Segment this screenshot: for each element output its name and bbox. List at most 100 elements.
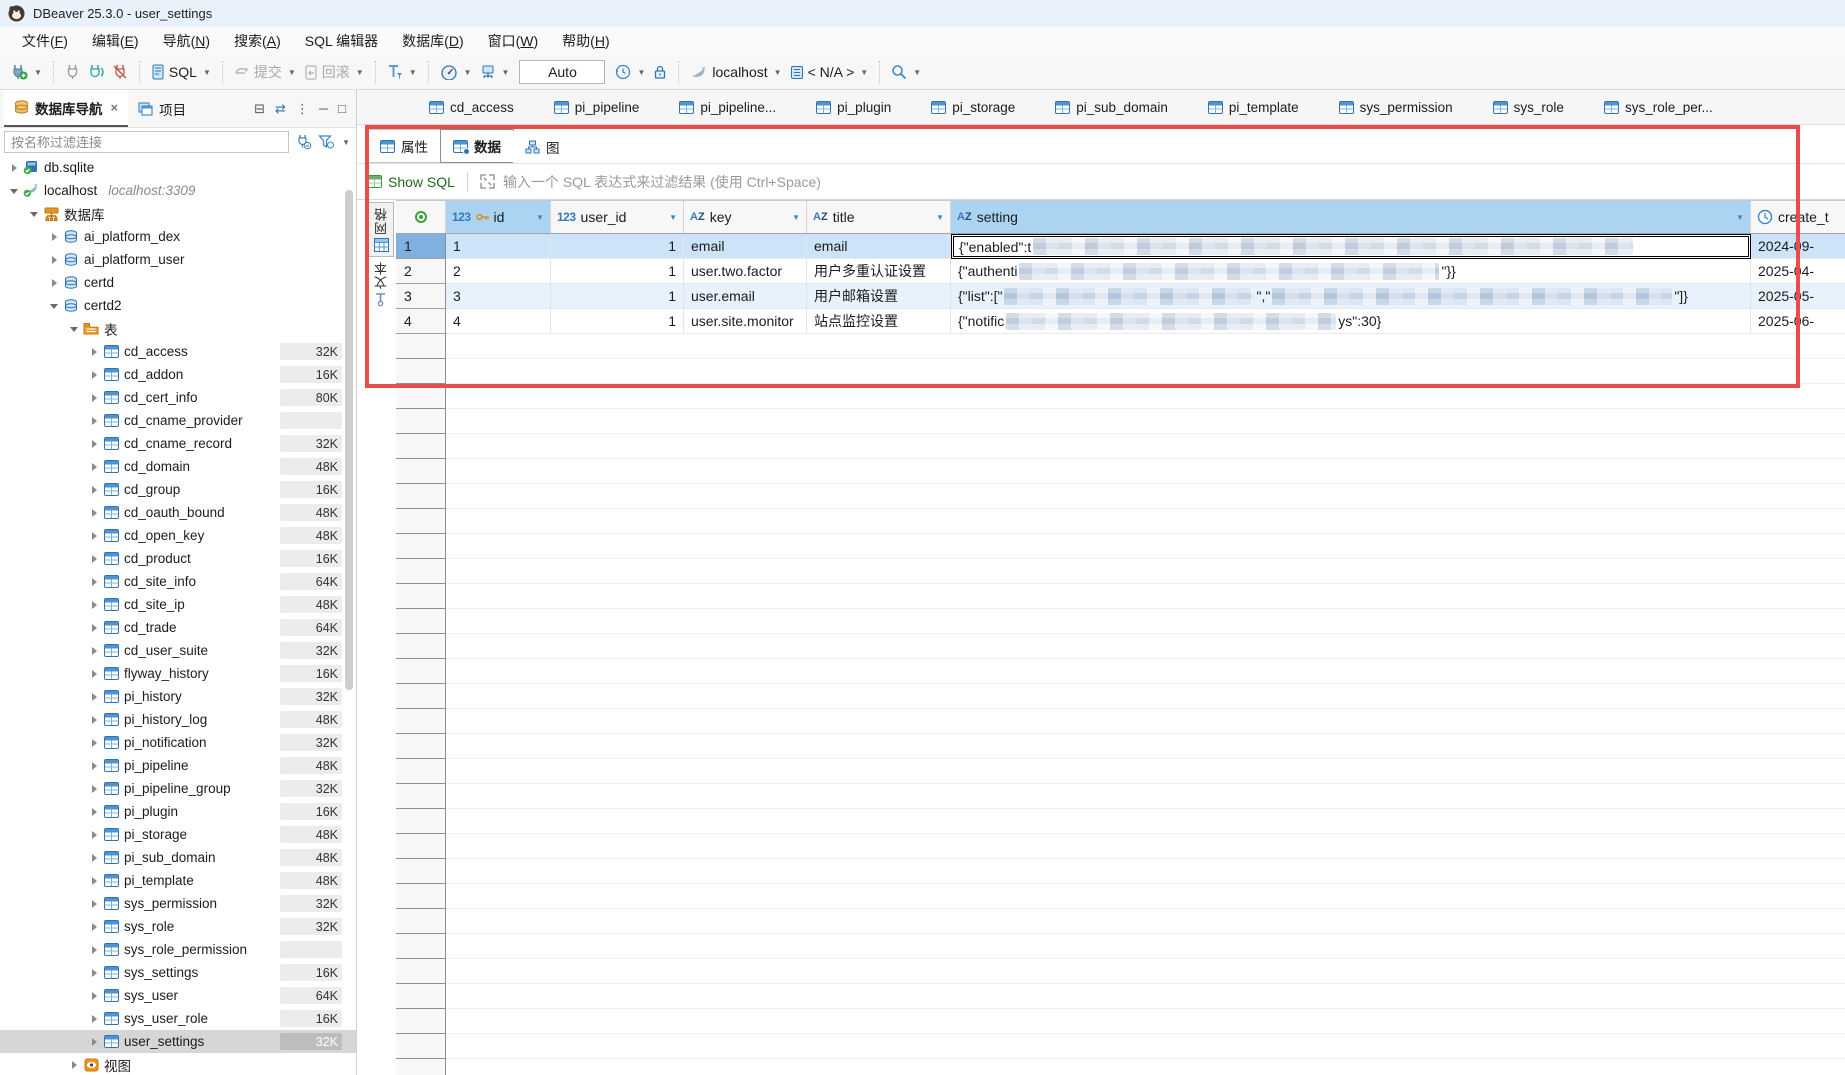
cell-create-time[interactable]: 2025-05- — [1751, 284, 1845, 309]
column-header-title[interactable]: AZtitle▼ — [807, 201, 951, 233]
row-number[interactable] — [396, 834, 446, 859]
chevron-down-icon[interactable]: ▼ — [288, 68, 296, 77]
chevron-right-icon[interactable] — [90, 371, 98, 379]
cell-setting[interactable]: {"list":["",""]} — [951, 284, 1751, 309]
tree-item-pi_storage[interactable]: pi_storage48K — [0, 823, 356, 846]
connect-filter-icon[interactable] — [295, 134, 312, 150]
chevron-right-icon[interactable] — [90, 923, 98, 931]
chevron-right-icon[interactable] — [50, 256, 58, 264]
tree-item-sys_user_role[interactable]: sys_user_role16K — [0, 1007, 356, 1030]
row-number[interactable] — [396, 659, 446, 684]
chevron-right-icon[interactable] — [90, 440, 98, 448]
result-tab-属性[interactable]: 属性 — [367, 129, 441, 163]
performance-button[interactable]: ▼ — [436, 61, 476, 83]
row-number[interactable] — [396, 609, 446, 634]
cell-key[interactable]: email — [684, 234, 807, 259]
side-tab-grid[interactable]: 网格 — [368, 202, 394, 257]
cell-title[interactable]: email — [807, 234, 951, 259]
chevron-right-icon[interactable] — [90, 693, 98, 701]
transaction-filter-button[interactable]: ▼ — [383, 61, 421, 83]
editor-tab-cd_access[interactable]: cd_access — [429, 100, 514, 115]
row-number[interactable] — [396, 734, 446, 759]
row-number[interactable] — [396, 1009, 446, 1034]
collapse-all-icon[interactable]: ⊟ — [254, 101, 265, 117]
tree-item-cd_site_ip[interactable]: cd_site_ip48K — [0, 593, 356, 616]
tree-item-pi_plugin[interactable]: pi_plugin16K — [0, 800, 356, 823]
active-connection-selector[interactable]: localhost ▼ — [686, 61, 785, 83]
chevron-right-icon[interactable] — [90, 555, 98, 563]
cell-key[interactable]: user.site.monitor — [684, 309, 807, 334]
tree-item-cd_trade[interactable]: cd_trade64K — [0, 616, 356, 639]
tree-item-表[interactable]: 表 — [0, 317, 356, 340]
row-number[interactable] — [396, 759, 446, 784]
chevron-right-icon[interactable] — [90, 601, 98, 609]
cell-title[interactable]: 用户邮箱设置 — [807, 284, 951, 309]
column-filter-arrow-icon[interactable]: ▼ — [536, 213, 544, 222]
sidebar-scrollbar[interactable] — [345, 190, 353, 690]
tree-item-ai_platform_dex[interactable]: ai_platform_dex — [0, 225, 356, 248]
tree-item-sys_settings[interactable]: sys_settings16K — [0, 961, 356, 984]
chevron-right-icon[interactable] — [90, 831, 98, 839]
tree-item-pi_pipeline[interactable]: pi_pipeline48K — [0, 754, 356, 777]
editor-tab-sys_permission[interactable]: sys_permission — [1339, 100, 1453, 115]
tree-item-cd_open_key[interactable]: cd_open_key48K — [0, 524, 356, 547]
row-number[interactable] — [396, 909, 446, 934]
chevron-down-icon[interactable]: ▼ — [502, 68, 510, 77]
chevron-right-icon[interactable] — [90, 624, 98, 632]
tree-item-pi_template[interactable]: pi_template48K — [0, 869, 356, 892]
chevron-right-icon[interactable] — [90, 946, 98, 954]
row-number[interactable] — [396, 934, 446, 959]
menu-item-文件[interactable]: 文件(F) — [10, 27, 80, 55]
chevron-right-icon[interactable] — [90, 647, 98, 655]
tree-item-pi_notification[interactable]: pi_notification32K — [0, 731, 356, 754]
tree-item-cd_site_info[interactable]: cd_site_info64K — [0, 570, 356, 593]
chevron-down-icon[interactable]: ▼ — [637, 68, 645, 77]
cell-title[interactable]: 站点监控设置 — [807, 309, 951, 334]
rollback-button[interactable]: 回滚 ▼ — [300, 59, 368, 85]
column-filter-arrow-icon[interactable]: ▼ — [792, 213, 800, 222]
close-icon[interactable]: × — [111, 100, 119, 115]
chevron-right-icon[interactable] — [90, 877, 98, 885]
grid-corner-cell[interactable] — [396, 201, 446, 233]
cell-user_id[interactable]: 1 — [551, 309, 684, 334]
chevron-right-icon[interactable] — [90, 532, 98, 540]
chevron-down-icon[interactable] — [50, 302, 58, 310]
chevron-right-icon[interactable] — [50, 233, 58, 241]
chevron-right-icon[interactable] — [90, 417, 98, 425]
row-number[interactable] — [396, 484, 446, 509]
editor-tab-pi_pipeline...[interactable]: pi_pipeline... — [679, 100, 776, 115]
column-header-key[interactable]: AZkey▼ — [684, 201, 807, 233]
tree-item-flyway_history[interactable]: flyway_history16K — [0, 662, 356, 685]
row-number[interactable] — [396, 709, 446, 734]
tree-item-cd_cname_record[interactable]: cd_cname_record32K — [0, 432, 356, 455]
chevron-down-icon[interactable]: ▼ — [356, 68, 364, 77]
chevron-down-icon[interactable]: ▼ — [913, 68, 921, 77]
row-number[interactable] — [396, 809, 446, 834]
row-number[interactable]: 4 — [396, 309, 446, 334]
chevron-down-icon[interactable]: ▼ — [774, 68, 782, 77]
cell-setting[interactable]: {"enabled":t — [951, 234, 1751, 259]
chevron-right-icon[interactable] — [90, 716, 98, 724]
tree-item-cd_cert_info[interactable]: cd_cert_info80K — [0, 386, 356, 409]
chevron-right-icon[interactable] — [90, 969, 98, 977]
tree-item-localhost[interactable]: localhostlocalhost:3309 — [0, 179, 356, 202]
disconnect-button[interactable] — [108, 61, 132, 83]
row-number[interactable] — [396, 634, 446, 659]
tree-item-pi_pipeline_group[interactable]: pi_pipeline_group32K — [0, 777, 356, 800]
tree-item-cd_cname_provider[interactable]: cd_cname_provider — [0, 409, 356, 432]
row-number[interactable] — [396, 334, 446, 359]
result-tab-数据[interactable]: 数据 — [440, 129, 514, 163]
cell-id[interactable]: 1 — [446, 234, 551, 259]
maximize-icon[interactable]: □ — [338, 101, 346, 116]
column-filter-arrow-icon[interactable]: ▼ — [669, 213, 677, 222]
chevron-right-icon[interactable] — [10, 164, 18, 172]
view-menu-icon[interactable]: ⋮ — [296, 101, 309, 117]
row-number[interactable] — [396, 984, 446, 1009]
connect-button[interactable] — [61, 61, 84, 83]
tree-item-cd_oauth_bound[interactable]: cd_oauth_bound48K — [0, 501, 356, 524]
column-filter-arrow-icon[interactable]: ▼ — [1736, 213, 1744, 222]
chevron-right-icon[interactable] — [50, 279, 58, 287]
menu-item-数据库[interactable]: 数据库(D) — [390, 27, 475, 55]
chevron-right-icon[interactable] — [90, 670, 98, 678]
row-number[interactable] — [396, 584, 446, 609]
